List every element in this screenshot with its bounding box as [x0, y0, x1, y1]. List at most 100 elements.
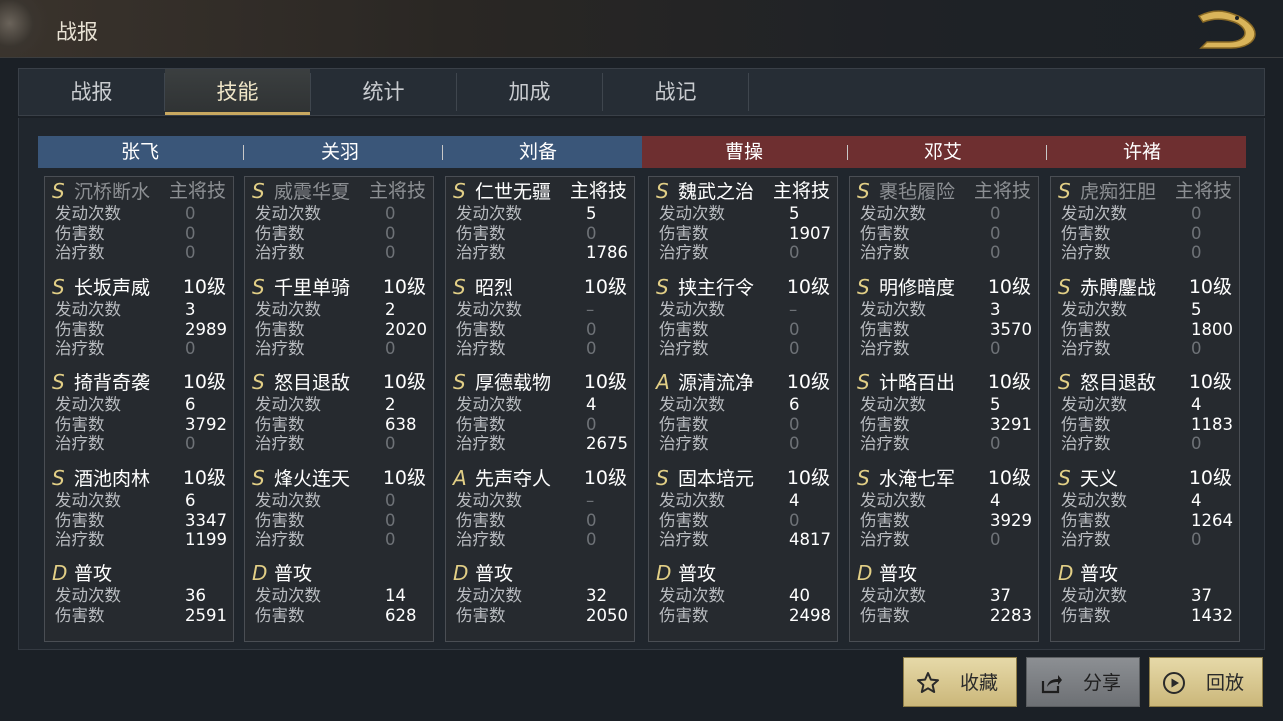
stat-label: 发动次数: [860, 204, 926, 223]
skill-name: 威震华夏: [274, 181, 351, 203]
skill-name: 怒目退敌: [1080, 372, 1157, 394]
stat-label: 发动次数: [255, 491, 321, 510]
stat-value: 2050: [586, 605, 628, 625]
skill-title: A 源清流净 10级: [656, 368, 834, 396]
stat-value: 3: [185, 300, 196, 319]
stat-row: 伤害数 1907: [659, 224, 834, 243]
stat-value: 2989: [185, 319, 227, 339]
skill-level: 10级: [987, 467, 1031, 489]
stat-value: 36: [185, 586, 206, 605]
stat-row: 治疗数 0: [255, 530, 430, 549]
stat-value: 2675: [586, 434, 628, 453]
skill-name: 昭烈: [475, 277, 514, 299]
skill-grade: D: [857, 561, 873, 585]
stat-label: 治疗数: [1061, 243, 1111, 262]
skill-name: 怒目退敌: [274, 372, 351, 394]
stat-value: 0: [385, 491, 396, 510]
stat-label: 伤害数: [456, 319, 506, 339]
stat-value: 4: [1191, 395, 1202, 414]
skill-level: 10级: [583, 467, 627, 489]
play-icon: [1163, 672, 1185, 694]
stat-row: 伤害数 1183: [1061, 415, 1236, 434]
skill-grade: S: [252, 370, 265, 394]
stat-value: 0: [586, 319, 597, 339]
skill-grade: S: [857, 179, 870, 203]
stat-row: 发动次数 4: [659, 491, 834, 510]
stat-row: 伤害数 3347: [55, 511, 230, 530]
stat-label: 伤害数: [55, 414, 105, 434]
stat-value: 4: [990, 491, 1001, 510]
stat-label: 治疗数: [659, 434, 709, 453]
skill-name: 酒池肉林: [74, 468, 151, 490]
share-button[interactable]: 分享: [1026, 657, 1140, 707]
stat-row: 治疗数 0: [456, 339, 631, 358]
stat-value: 0: [990, 434, 1001, 453]
stat-row: 治疗数 0: [659, 434, 834, 453]
stat-row: 伤害数 628: [255, 606, 430, 625]
stat-row: 发动次数 0: [1061, 204, 1236, 223]
stat-label: 发动次数: [659, 395, 725, 414]
stat-row: 治疗数 1199: [55, 530, 230, 549]
skill-grade: S: [656, 179, 669, 203]
stat-row: 治疗数 0: [659, 243, 834, 262]
stat-value: –: [586, 300, 595, 319]
tab-bonus[interactable]: 加成: [457, 69, 602, 115]
skill-level: 10级: [583, 371, 627, 393]
stat-value: 0: [789, 319, 800, 339]
stat-value: 37: [990, 586, 1011, 605]
stat-row: 发动次数 –: [456, 491, 631, 510]
stat-value: 1800: [1191, 319, 1233, 339]
stat-label: 伤害数: [456, 223, 506, 243]
skill-level: 10级: [182, 467, 226, 489]
stat-value: 0: [385, 510, 396, 530]
skill-grade: D: [656, 561, 672, 585]
stat-row: 伤害数 0: [456, 320, 631, 339]
stat-label: 治疗数: [55, 243, 105, 262]
stat-row: 治疗数 0: [1061, 434, 1236, 453]
tab-battle-report[interactable]: 战报: [19, 69, 164, 115]
skill-title: S 固本培元 10级: [656, 464, 834, 492]
stat-row: 伤害数 0: [1061, 224, 1236, 243]
stat-value: 0: [586, 414, 597, 434]
stat-row: 发动次数 5: [860, 395, 1035, 414]
page-title: 战报: [56, 20, 98, 44]
stat-label: 治疗数: [456, 434, 506, 453]
stat-label: 伤害数: [456, 414, 506, 434]
stat-value: 0: [385, 434, 396, 453]
stat-row: 治疗数 0: [55, 434, 230, 453]
stat-row: 伤害数 3291: [860, 415, 1035, 434]
stat-label: 治疗数: [1061, 434, 1111, 453]
skill-name: 普攻: [74, 563, 113, 585]
tab-skills[interactable]: 技能: [165, 69, 310, 115]
stat-row: 发动次数 0: [255, 491, 430, 510]
stat-row: 发动次数 5: [1061, 300, 1236, 319]
stat-value: 2591: [185, 605, 227, 625]
stat-value: 37: [1191, 586, 1212, 605]
stat-value: 0: [789, 510, 800, 530]
general-skill-column: S 虎痴狂胆 主将技 发动次数 0 伤害数 0 治疗数 0 S 赤膊鏖战 10级 发动次数 5 伤害数 180…: [1050, 176, 1240, 642]
stat-value: 0: [990, 339, 1001, 358]
favorite-button[interactable]: 收藏: [903, 657, 1017, 707]
tab-statistics[interactable]: 统计: [311, 69, 456, 115]
stat-label: 治疗数: [659, 339, 709, 358]
stat-label: 治疗数: [860, 243, 910, 262]
stat-row: 伤害数 0: [659, 415, 834, 434]
skill-grade: S: [52, 466, 65, 490]
skill-level: 主将技: [368, 180, 426, 202]
tab-war-record[interactable]: 战记: [603, 69, 748, 115]
skill-grade: D: [52, 561, 68, 585]
back-button[interactable]: [1193, 6, 1263, 52]
stat-value: 0: [990, 223, 1001, 243]
stat-label: 治疗数: [456, 339, 506, 358]
stat-row: 伤害数 0: [659, 511, 834, 530]
stat-row: 伤害数 1800: [1061, 320, 1236, 339]
stat-label: 治疗数: [55, 434, 105, 453]
stat-row: 发动次数 –: [659, 300, 834, 319]
stat-value: 0: [1191, 530, 1202, 549]
skill-title: S 烽火连天 10级: [252, 464, 430, 492]
replay-button[interactable]: 回放: [1149, 657, 1263, 707]
skill-level: 10级: [182, 276, 226, 298]
stat-value: 0: [586, 339, 597, 358]
stat-row: 发动次数 0: [860, 204, 1035, 223]
share-label: 分享: [1083, 672, 1122, 694]
